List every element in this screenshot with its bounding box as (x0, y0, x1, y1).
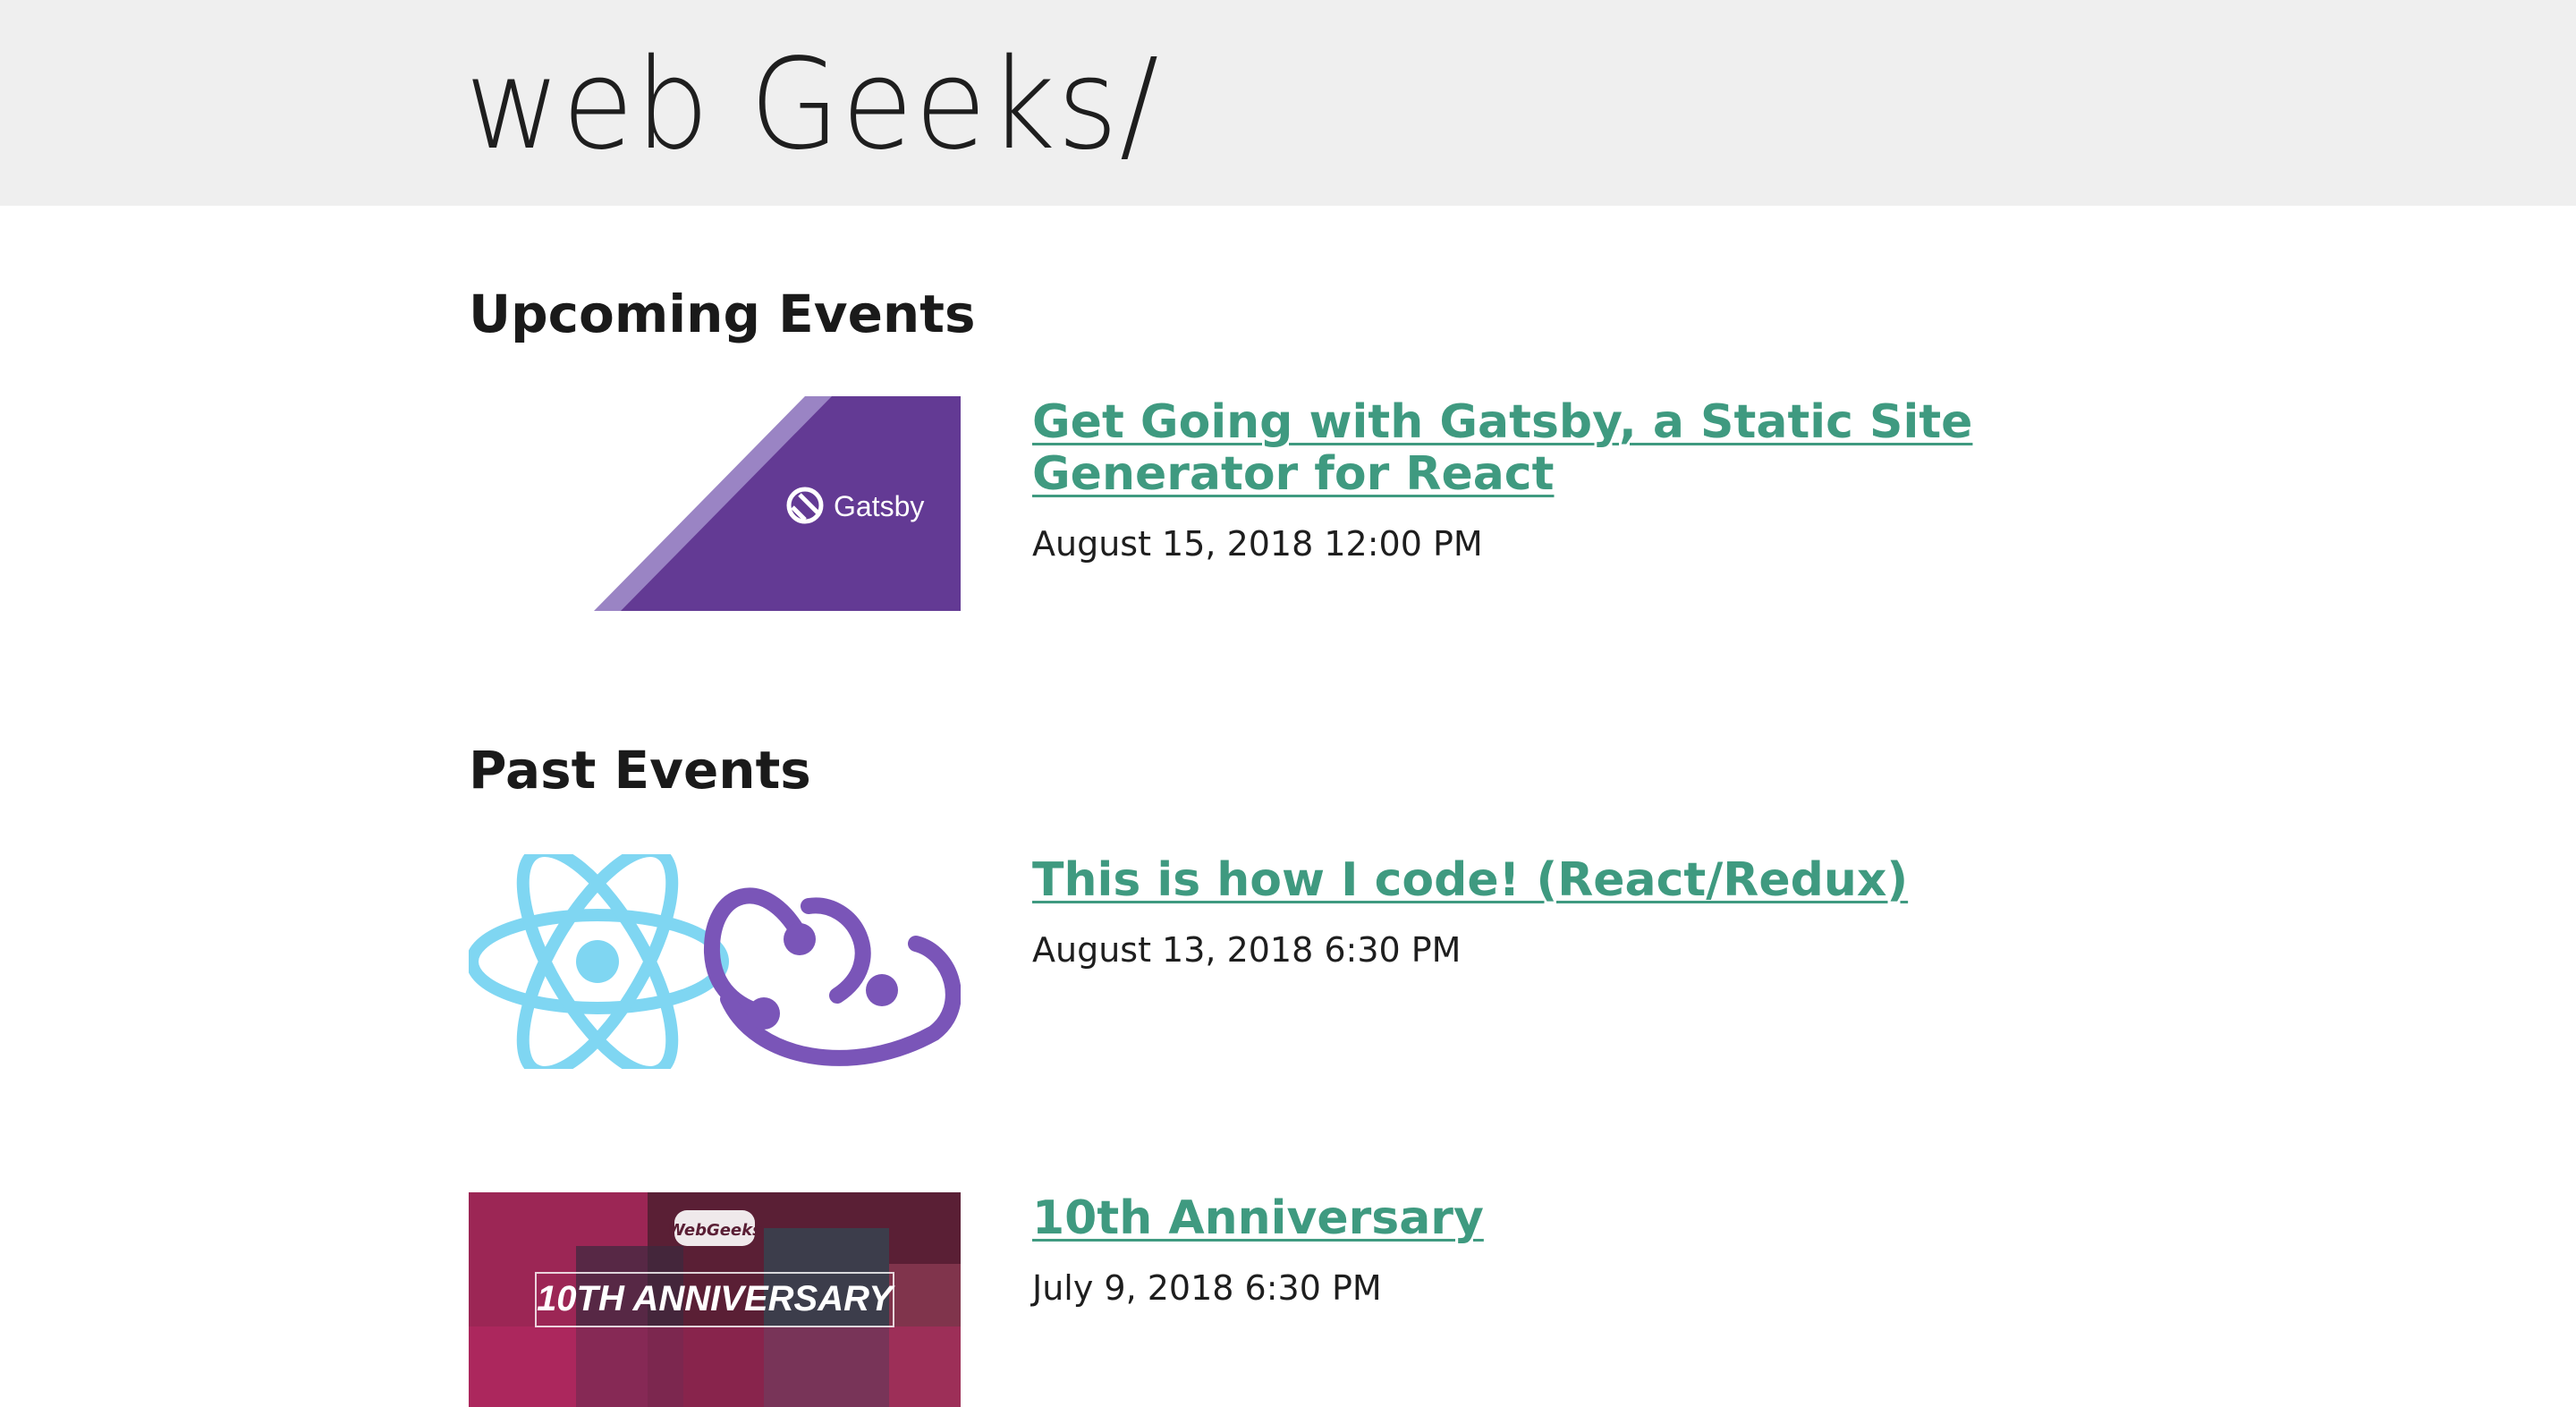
event-details: 10th Anniversary July 9, 2018 6:30 PM (1032, 1192, 2123, 1309)
anniversary-logo-text: WebGeeks (667, 1221, 762, 1240)
event-title-link[interactable]: This is how I code! (React/Redux) (1032, 854, 2123, 906)
anniversary-banner-label: 10TH ANNIVERSARY (537, 1279, 895, 1318)
anniversary-banner-image: WebGeeks 10TH ANNIVERSARY (469, 1192, 961, 1407)
webgeeks-logo-icon: WebGeeks (667, 1210, 762, 1246)
event-thumbnail[interactable] (469, 854, 961, 1069)
event-details: Get Going with Gatsby, a Static Site Gen… (1032, 396, 2123, 564)
past-events-heading: Past Events (469, 740, 811, 801)
event-title-link[interactable]: Get Going with Gatsby, a Static Site Gen… (1032, 396, 2123, 500)
event-thumbnail[interactable]: WebGeeks 10TH ANNIVERSARY (469, 1192, 961, 1407)
gatsby-banner-image: Gatsby (594, 396, 961, 611)
event-date: August 13, 2018 6:30 PM (1032, 930, 1462, 970)
gatsby-banner-label: Gatsby (834, 490, 924, 522)
react-redux-image (469, 854, 961, 1069)
site-header: web Geeks/ (0, 0, 2576, 206)
site-logo[interactable]: web Geeks/ (465, 25, 1160, 186)
event-date: July 9, 2018 6:30 PM (1032, 1268, 1382, 1308)
event-details: This is how I code! (React/Redux) August… (1032, 854, 2123, 970)
react-logo-icon (469, 854, 729, 1069)
event-thumbnail[interactable]: Gatsby (469, 396, 961, 611)
redux-logo-icon (703, 887, 961, 1066)
event-title-link[interactable]: 10th Anniversary (1032, 1192, 2123, 1244)
event-date: August 15, 2018 12:00 PM (1032, 524, 1483, 564)
upcoming-events-heading: Upcoming Events (469, 284, 976, 344)
